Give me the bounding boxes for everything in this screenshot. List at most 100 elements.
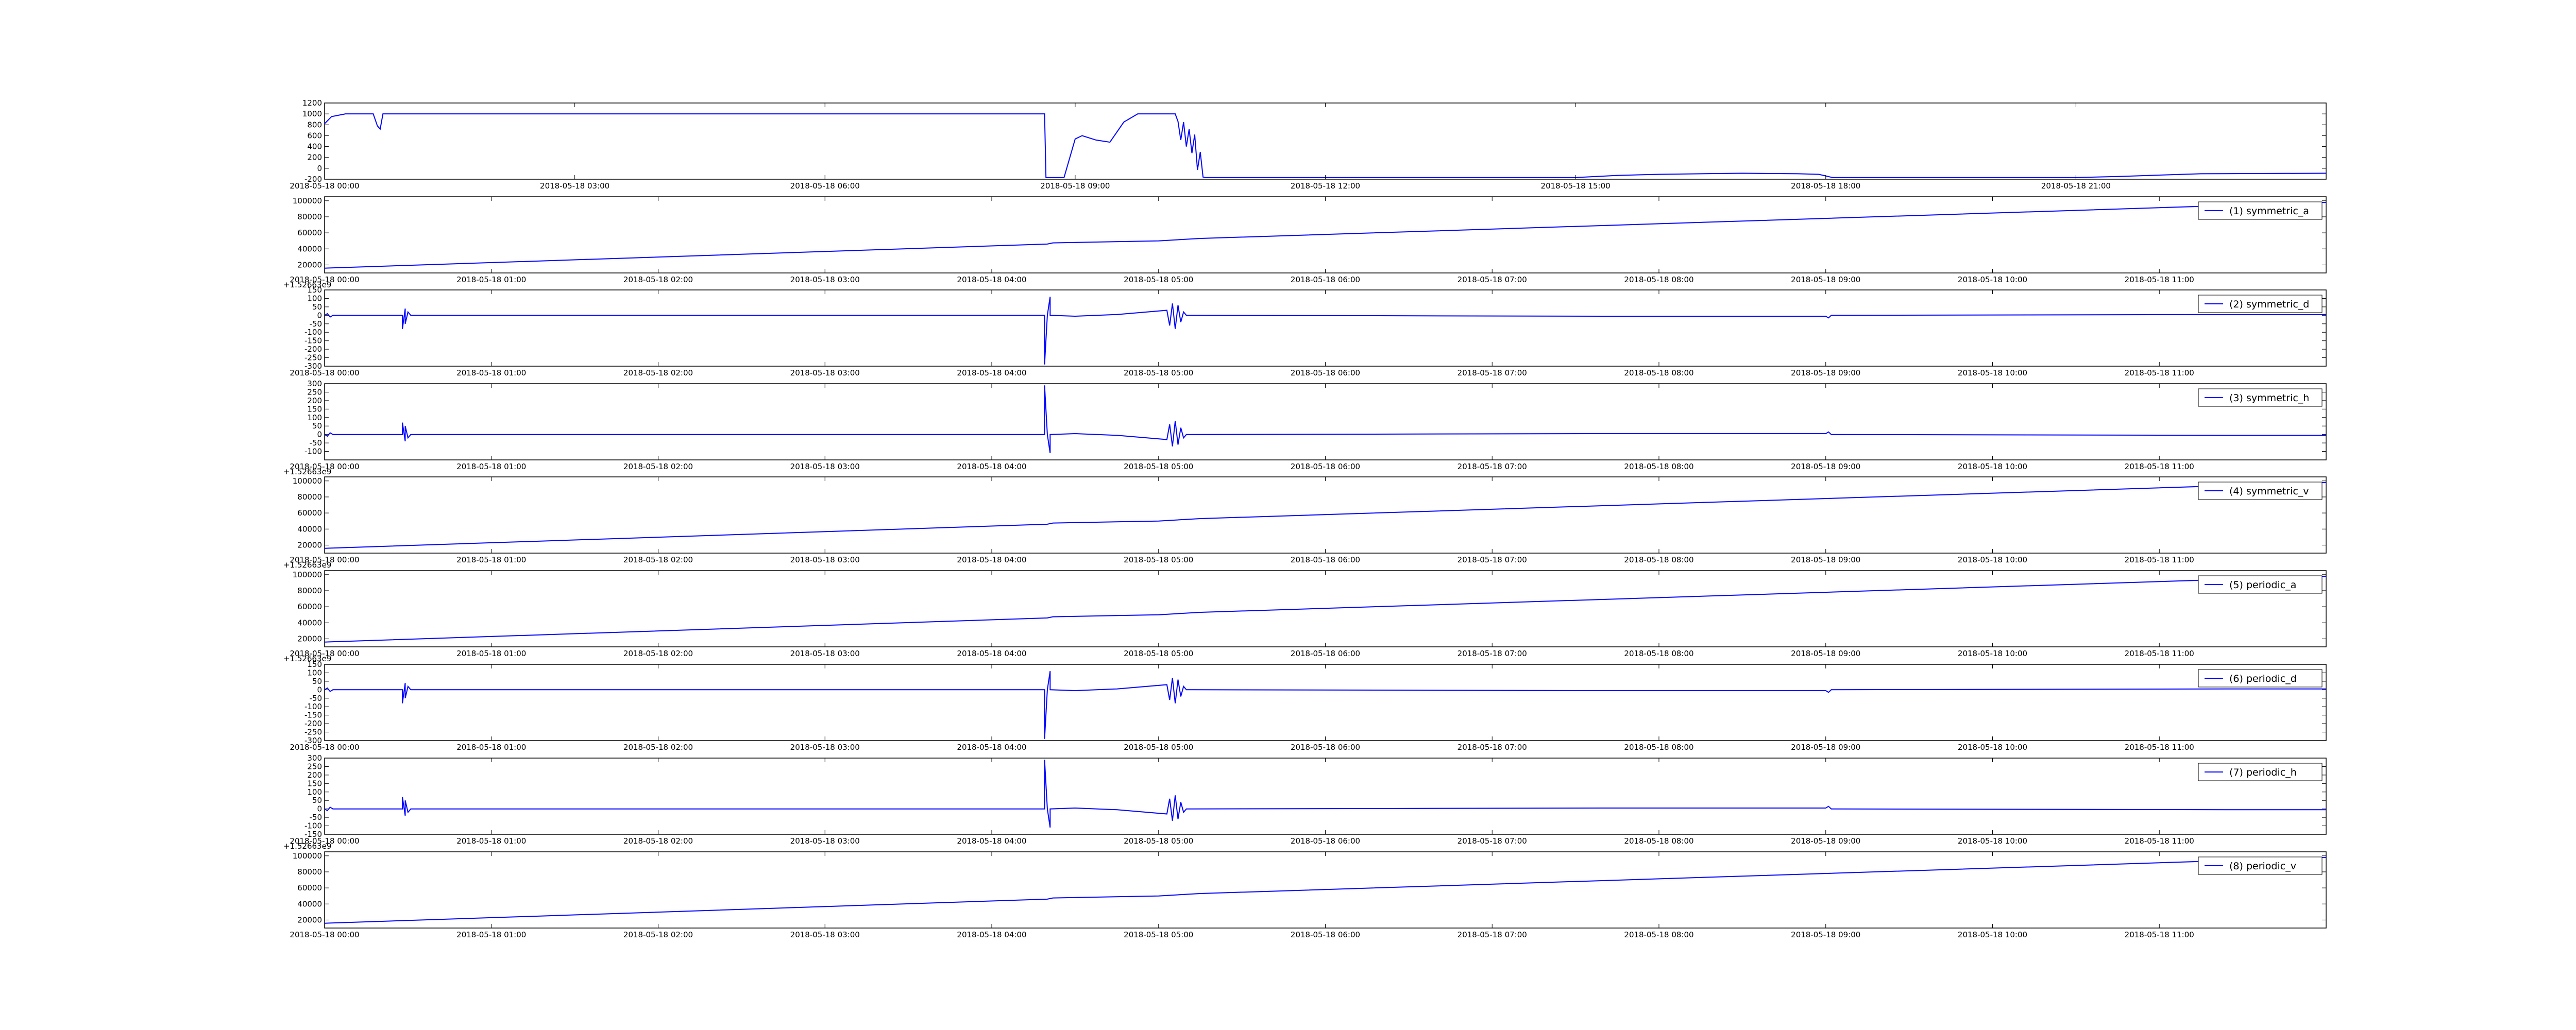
series-line xyxy=(324,671,2326,739)
x-tick-label: 2018-05-18 01:00 xyxy=(456,836,526,846)
x-tick-label: 2018-05-18 07:00 xyxy=(1458,930,1527,939)
x-tick-label: 2018-05-18 02:00 xyxy=(623,555,693,564)
y-tick-label: 1000 xyxy=(302,109,322,118)
x-tick-label: 2018-05-18 07:00 xyxy=(1458,462,1527,471)
y-tick-label: -200 xyxy=(304,175,322,184)
y-tick-label: 100 xyxy=(307,294,322,303)
y-tick-label: 0 xyxy=(317,804,322,814)
x-tick-label: 2018-05-18 06:00 xyxy=(1291,930,1360,939)
x-tick-label: 2018-05-18 02:00 xyxy=(623,930,693,939)
x-tick-label: 2018-05-18 06:00 xyxy=(790,181,860,191)
x-tick-label: 2018-05-18 12:00 xyxy=(1291,181,1360,191)
x-tick-label: 2018-05-18 07:00 xyxy=(1458,555,1527,564)
x-tick-label: 2018-05-18 05:00 xyxy=(1124,930,1193,939)
x-tick-label: 2018-05-18 05:00 xyxy=(1124,649,1193,658)
y-tick-label: 20000 xyxy=(297,634,322,643)
series-line xyxy=(324,113,2327,178)
y-tick-label: -300 xyxy=(304,362,322,371)
y-tick-label: 50 xyxy=(312,677,322,686)
x-tick-label: 2018-05-18 08:00 xyxy=(1624,275,1693,284)
y-tick-label: 150 xyxy=(307,285,322,295)
y-tick-label: 200 xyxy=(307,770,322,780)
y-tick-label: -200 xyxy=(304,719,322,728)
x-tick-label: 2018-05-18 10:00 xyxy=(1958,368,2027,377)
y-tick-label: 200 xyxy=(307,396,322,405)
axes-frame xyxy=(324,758,2327,835)
x-tick-label: 2018-05-18 02:00 xyxy=(623,368,693,377)
y-tick-label: 250 xyxy=(307,387,322,397)
x-tick-label: 2018-05-18 03:00 xyxy=(790,555,860,564)
y-tick-label: -100 xyxy=(304,447,322,456)
x-tick-label: 2018-05-18 01:00 xyxy=(456,930,526,939)
x-tick-label: 2018-05-18 10:00 xyxy=(1958,462,2027,471)
y-tick-label: -250 xyxy=(304,353,322,363)
y-tick-label: 50 xyxy=(312,796,322,805)
x-tick-label: 2018-05-18 10:00 xyxy=(1958,836,2027,846)
x-tick-label: 2018-05-18 00:00 xyxy=(290,181,359,191)
y-tick-label: 800 xyxy=(307,120,322,129)
x-tick-label: 2018-05-18 03:00 xyxy=(790,836,860,846)
x-tick-label: 2018-05-18 10:00 xyxy=(1958,555,2027,564)
subplot-1: 2018-05-18 00:00 2018-05-18 03:00 2018-05-… xyxy=(290,98,2327,191)
x-tick-label: 2018-05-18 09:00 xyxy=(1791,368,1860,377)
y-tick-label: 100000 xyxy=(293,476,322,486)
x-tick-label: 2018-05-18 18:00 xyxy=(1791,181,1860,191)
y-tick-label: 100000 xyxy=(293,196,322,205)
x-tick-label: 2018-05-18 02:00 xyxy=(623,836,693,846)
x-tick-label: 2018-05-18 06:00 xyxy=(1291,649,1360,658)
x-tick-label: 2018-05-18 04:00 xyxy=(957,836,1026,846)
x-tick-label: 2018-05-18 04:00 xyxy=(957,462,1026,471)
x-tick-label: 2018-05-18 08:00 xyxy=(1624,555,1693,564)
x-tick-label: 2018-05-18 05:00 xyxy=(1124,743,1193,752)
x-tick-label: 2018-05-18 09:00 xyxy=(1791,930,1860,939)
x-tick-label: 2018-05-18 10:00 xyxy=(1958,275,2027,284)
x-offset-text: +1.52663e9 xyxy=(283,842,331,851)
legend: (8) periodic_v xyxy=(2198,856,2323,875)
multi-panel-figure: 2018-05-18 00:00 2018-05-18 03:00 2018-05-… xyxy=(283,98,2327,939)
y-tick-label: 400 xyxy=(307,142,322,151)
series-line xyxy=(324,297,2326,365)
x-tick-label: 2018-05-18 01:00 xyxy=(456,555,526,564)
series-line xyxy=(324,760,2326,828)
x-tick-label: 2018-05-18 21:00 xyxy=(2041,181,2111,191)
axes-frame xyxy=(324,289,2327,367)
x-tick-label: 2018-05-18 11:00 xyxy=(2125,743,2194,752)
x-tick-label: 2018-05-18 02:00 xyxy=(623,462,693,471)
x-tick-label: 2018-05-18 05:00 xyxy=(1124,368,1193,377)
x-tick-label: 2018-05-18 10:00 xyxy=(1958,743,2027,752)
y-tick-label: 60000 xyxy=(297,602,322,611)
x-tick-label: 2018-05-18 10:00 xyxy=(1958,649,2027,658)
x-tick-label: 2018-05-18 06:00 xyxy=(1291,743,1360,752)
x-tick-label: 2018-05-18 03:00 xyxy=(540,181,609,191)
x-tick-label: 2018-05-18 11:00 xyxy=(2125,836,2194,846)
x-tick-label: 2018-05-18 06:00 xyxy=(1291,275,1360,284)
y-tick-label: 80000 xyxy=(297,212,322,221)
x-tick-label: 2018-05-18 07:00 xyxy=(1458,275,1527,284)
axes-frame xyxy=(324,102,2327,180)
x-tick-label: 2018-05-18 02:00 xyxy=(623,743,693,752)
legend-label: (8) periodic_v xyxy=(2229,861,2296,872)
x-tick-label: 2018-05-18 07:00 xyxy=(1458,743,1527,752)
x-tick-label: 2018-05-18 00:00 xyxy=(290,743,359,752)
x-tick-label: 2018-05-18 04:00 xyxy=(957,930,1026,939)
x-tick-label: 2018-05-18 09:00 xyxy=(1791,275,1860,284)
subplot-3: 2018-05-18 00:00 2018-05-18 01:00 2018-05-… xyxy=(290,285,2327,377)
y-tick-label: -50 xyxy=(310,813,323,822)
legend: (2) symmetric_d xyxy=(2198,295,2323,313)
subplot-5: 2018-05-18 00:00 2018-05-18 01:00 2018-05-… xyxy=(283,476,2327,570)
y-tick-label: 0 xyxy=(317,430,322,439)
y-tick-label: 50 xyxy=(312,421,322,431)
legend-label: (1) symmetric_a xyxy=(2229,205,2309,217)
subplot-8: 2018-05-18 00:00 2018-05-18 01:00 2018-05-… xyxy=(283,753,2327,851)
x-tick-label: 2018-05-18 15:00 xyxy=(1541,181,1611,191)
series-line xyxy=(324,201,2327,269)
series-line xyxy=(324,482,2327,549)
y-tick-label: 300 xyxy=(307,753,322,763)
legend-label: (7) periodic_h xyxy=(2229,767,2297,778)
x-tick-label: 2018-05-18 05:00 xyxy=(1124,275,1193,284)
y-tick-label: -250 xyxy=(304,728,322,737)
x-tick-label: 2018-05-18 00:00 xyxy=(290,930,359,939)
axes-frame xyxy=(324,664,2327,741)
x-tick-label: 2018-05-18 01:00 xyxy=(456,462,526,471)
legend: (5) periodic_a xyxy=(2198,575,2323,594)
